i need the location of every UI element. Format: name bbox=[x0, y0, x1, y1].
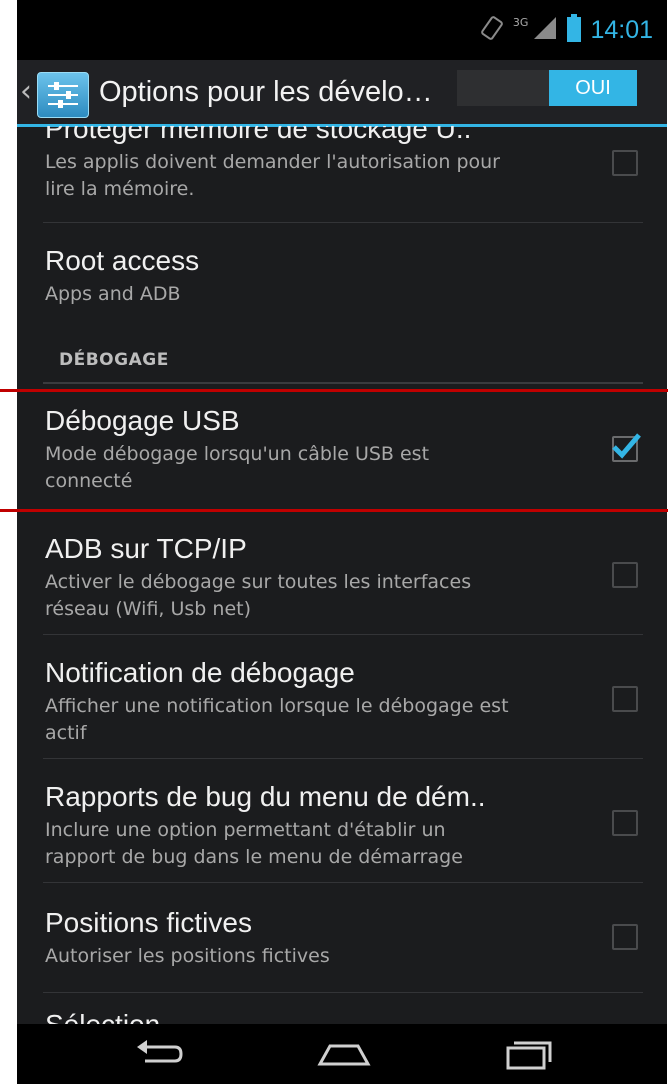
pref-adb-tcpip[interactable]: ADB sur TCP/IP Activer le débogage sur t… bbox=[45, 532, 645, 623]
pref-debug-notification[interactable]: Notification de débogage Afficher une no… bbox=[45, 656, 645, 747]
section-divider bbox=[43, 382, 643, 384]
pref-summary: Inclure une option permettant d'établir … bbox=[45, 819, 463, 868]
divider bbox=[43, 882, 643, 883]
clock: 14:01 bbox=[590, 15, 653, 44]
bug-reports-checkbox[interactable] bbox=[612, 810, 638, 836]
highlight-bottom-line bbox=[0, 509, 668, 512]
up-navigation-icon[interactable]: ‹ bbox=[20, 72, 32, 112]
protect-storage-checkbox[interactable] bbox=[612, 150, 638, 176]
toggle-on-label: OUI bbox=[549, 70, 637, 106]
navigation-bar bbox=[17, 1024, 667, 1084]
pref-root-access[interactable]: Root access Apps and ADB bbox=[45, 244, 645, 308]
pref-protect-storage[interactable]: Protéger mémoire de stockage U.. Les app… bbox=[45, 126, 645, 203]
pref-summary: Apps and ADB bbox=[45, 283, 181, 305]
divider bbox=[43, 222, 643, 223]
highlight-top-line bbox=[0, 389, 668, 392]
phone-screen: 3G 14:01 ‹ Options pour les dévelo… OUI … bbox=[17, 0, 667, 1084]
developer-settings-icon[interactable] bbox=[37, 72, 89, 118]
status-bar: 3G 14:01 bbox=[17, 0, 667, 60]
action-bar: ‹ Options pour les dévelo… OUI bbox=[17, 60, 667, 127]
divider bbox=[43, 758, 643, 759]
pref-summary: Autoriser les positions fictives bbox=[45, 945, 330, 967]
pref-summary: Les applis doivent demander l'autorisati… bbox=[45, 151, 500, 200]
pref-mock-locations[interactable]: Positions fictives Autoriser les positio… bbox=[45, 906, 645, 970]
developer-options-toggle[interactable]: OUI bbox=[457, 70, 637, 106]
pref-usb-debugging[interactable]: Débogage USB Mode débogage lorsqu'un câb… bbox=[45, 404, 645, 495]
home-icon[interactable] bbox=[314, 1034, 374, 1074]
pref-title: Débogage USB bbox=[45, 405, 240, 436]
rotate-icon bbox=[479, 15, 505, 45]
pref-bug-reports[interactable]: Rapports de bug du menu de dém.. Inclure… bbox=[45, 780, 645, 871]
divider bbox=[43, 992, 643, 993]
mock-locations-checkbox[interactable] bbox=[612, 924, 638, 950]
check-icon bbox=[612, 433, 641, 459]
status-icons: 3G 14:01 bbox=[479, 14, 653, 46]
back-icon[interactable] bbox=[129, 1034, 189, 1074]
pref-next-partial[interactable]: Sélection… bbox=[45, 1008, 645, 1024]
pref-summary: Afficher une notification lorsque le déb… bbox=[45, 695, 509, 744]
pref-title: Sélection… bbox=[45, 1008, 645, 1024]
pref-title: Positions fictives bbox=[45, 907, 252, 938]
divider bbox=[43, 634, 643, 635]
signal-icon bbox=[532, 15, 558, 45]
pref-title: ADB sur TCP/IP bbox=[45, 533, 247, 564]
preference-list: Protéger mémoire de stockage U.. Les app… bbox=[17, 126, 667, 1024]
network-type-label: 3G bbox=[512, 15, 529, 29]
adb-tcpip-checkbox[interactable] bbox=[612, 562, 638, 588]
toggle-off-side bbox=[457, 70, 549, 106]
page-title: Options pour les dévelo… bbox=[99, 76, 433, 108]
debug-notification-checkbox[interactable] bbox=[612, 686, 638, 712]
recent-apps-icon[interactable] bbox=[500, 1034, 560, 1074]
battery-icon bbox=[566, 14, 582, 46]
pref-title: Protéger mémoire de stockage U.. bbox=[45, 126, 472, 144]
pref-title: Rapports de bug du menu de dém.. bbox=[45, 781, 486, 812]
pref-summary: Mode débogage lorsqu'un câble USB est co… bbox=[45, 443, 430, 492]
pref-title: Root access bbox=[45, 245, 200, 276]
section-header-debugging: DÉBOGAGE bbox=[59, 350, 169, 370]
usb-debugging-checkbox[interactable] bbox=[612, 433, 641, 462]
pref-summary: Activer le débogage sur toutes les inter… bbox=[45, 571, 472, 620]
pref-title: Notification de débogage bbox=[45, 657, 355, 688]
